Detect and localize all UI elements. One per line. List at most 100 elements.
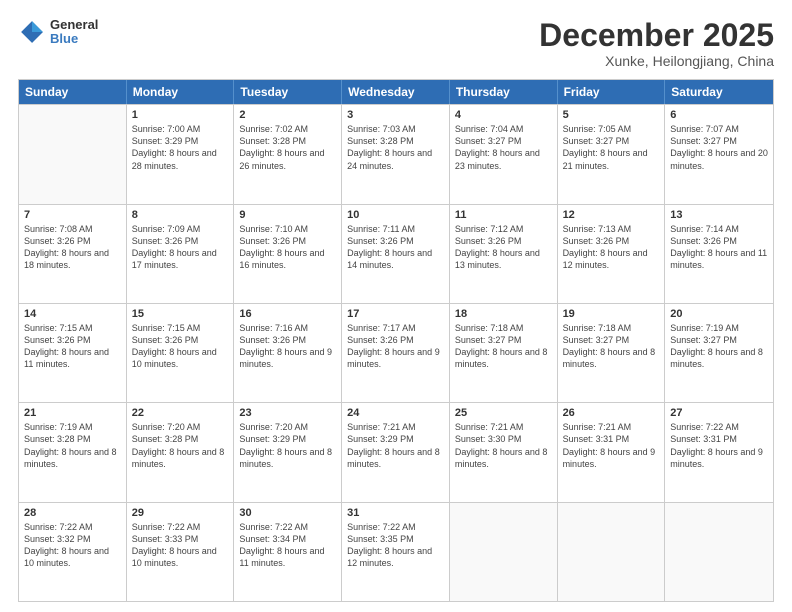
month-title: December 2025 bbox=[539, 18, 774, 53]
day-cell-21: 21 Sunrise: 7:19 AMSunset: 3:28 PMDayligh… bbox=[19, 403, 127, 501]
day-info: Sunrise: 7:11 AMSunset: 3:26 PMDaylight:… bbox=[347, 223, 444, 272]
calendar: SundayMondayTuesdayWednesdayThursdayFrid… bbox=[18, 79, 774, 602]
header-day-saturday: Saturday bbox=[665, 80, 773, 104]
day-number: 18 bbox=[455, 308, 552, 320]
day-info: Sunrise: 7:12 AMSunset: 3:26 PMDaylight:… bbox=[455, 223, 552, 272]
day-cell-9: 9Sunrise: 7:10 AMSunset: 3:26 PMDaylight… bbox=[234, 205, 342, 303]
day-info: Sunrise: 7:20 AMSunset: 3:28 PMDaylight:… bbox=[132, 421, 229, 470]
calendar-header: SundayMondayTuesdayWednesdayThursdayFrid… bbox=[19, 80, 773, 104]
day-info: Sunrise: 7:21 AMSunset: 3:29 PMDaylight:… bbox=[347, 421, 444, 470]
day-cell-17: 17 Sunrise: 7:17 AMSunset: 3:26 PMDayligh… bbox=[342, 304, 450, 402]
day-number: 13 bbox=[670, 209, 768, 221]
day-cell-3: 3 Sunrise: 7:03 AMSunset: 3:28 PMDaylight… bbox=[342, 105, 450, 203]
day-number: 8 bbox=[132, 209, 229, 221]
header-day-sunday: Sunday bbox=[19, 80, 127, 104]
day-cell-8: 8 Sunrise: 7:09 AMSunset: 3:26 PMDaylight… bbox=[127, 205, 235, 303]
empty-cell bbox=[558, 503, 666, 601]
day-cell-14: 14 Sunrise: 7:15 AMSunset: 3:26 PMDayligh… bbox=[19, 304, 127, 402]
day-cell-31: 31Sunrise: 7:22 AMSunset: 3:35 PMDayligh… bbox=[342, 503, 450, 601]
day-number: 30 bbox=[239, 507, 336, 519]
day-cell-23: 23 Sunrise: 7:20 AMSunset: 3:29 PMDayligh… bbox=[234, 403, 342, 501]
day-info: Sunrise: 7:15 AMSunset: 3:26 PMDaylight:… bbox=[24, 322, 121, 371]
day-info: Sunrise: 7:16 AMSunset: 3:26 PMDaylight:… bbox=[239, 322, 336, 371]
day-number: 20 bbox=[670, 308, 768, 320]
calendar-body: 1 Sunrise: 7:00 AMSunset: 3:29 PMDaylight… bbox=[19, 104, 773, 601]
day-info: Sunrise: 7:05 AMSunset: 3:27 PMDaylight:… bbox=[563, 123, 660, 172]
day-info: Sunrise: 7:22 AMSunset: 3:33 PMDaylight:… bbox=[132, 521, 229, 570]
day-cell-28: 28Sunrise: 7:22 AMSunset: 3:32 PMDayligh… bbox=[19, 503, 127, 601]
day-info: Sunrise: 7:04 AMSunset: 3:27 PMDaylight:… bbox=[455, 123, 552, 172]
day-info: Sunrise: 7:19 AMSunset: 3:28 PMDaylight:… bbox=[24, 421, 121, 470]
calendar-row-0: 1 Sunrise: 7:00 AMSunset: 3:29 PMDaylight… bbox=[19, 104, 773, 203]
day-cell-4: 4 Sunrise: 7:04 AMSunset: 3:27 PMDaylight… bbox=[450, 105, 558, 203]
day-cell-16: 16 Sunrise: 7:16 AMSunset: 3:26 PMDayligh… bbox=[234, 304, 342, 402]
day-info: Sunrise: 7:20 AMSunset: 3:29 PMDaylight:… bbox=[239, 421, 336, 470]
day-info: Sunrise: 7:09 AMSunset: 3:26 PMDaylight:… bbox=[132, 223, 229, 272]
day-number: 27 bbox=[670, 407, 768, 419]
day-number: 22 bbox=[132, 407, 229, 419]
logo-blue: Blue bbox=[50, 32, 98, 46]
title-area: December 2025 Xunke, Heilongjiang, China bbox=[539, 18, 774, 69]
day-info: Sunrise: 7:17 AMSunset: 3:26 PMDaylight:… bbox=[347, 322, 444, 371]
day-number: 6 bbox=[670, 109, 768, 121]
day-info: Sunrise: 7:03 AMSunset: 3:28 PMDaylight:… bbox=[347, 123, 444, 172]
empty-cell bbox=[665, 503, 773, 601]
day-cell-15: 15 Sunrise: 7:15 AMSunset: 3:26 PMDayligh… bbox=[127, 304, 235, 402]
day-number: 4 bbox=[455, 109, 552, 121]
day-number: 29 bbox=[132, 507, 229, 519]
day-cell-10: 10Sunrise: 7:11 AMSunset: 3:26 PMDayligh… bbox=[342, 205, 450, 303]
day-number: 31 bbox=[347, 507, 444, 519]
day-cell-13: 13 Sunrise: 7:14 AMSunset: 3:26 PMDayligh… bbox=[665, 205, 773, 303]
day-cell-5: 5 Sunrise: 7:05 AMSunset: 3:27 PMDaylight… bbox=[558, 105, 666, 203]
day-info: Sunrise: 7:21 AMSunset: 3:31 PMDaylight:… bbox=[563, 421, 660, 470]
day-cell-26: 26Sunrise: 7:21 AMSunset: 3:31 PMDayligh… bbox=[558, 403, 666, 501]
day-number: 7 bbox=[24, 209, 121, 221]
day-number: 11 bbox=[455, 209, 552, 221]
empty-cell bbox=[450, 503, 558, 601]
empty-cell bbox=[19, 105, 127, 203]
calendar-row-4: 28Sunrise: 7:22 AMSunset: 3:32 PMDayligh… bbox=[19, 502, 773, 601]
day-cell-25: 25Sunrise: 7:21 AMSunset: 3:30 PMDayligh… bbox=[450, 403, 558, 501]
day-cell-2: 2Sunrise: 7:02 AMSunset: 3:28 PMDaylight… bbox=[234, 105, 342, 203]
day-cell-30: 30Sunrise: 7:22 AMSunset: 3:34 PMDayligh… bbox=[234, 503, 342, 601]
header-day-tuesday: Tuesday bbox=[234, 80, 342, 104]
page: General Blue December 2025 Xunke, Heilon… bbox=[0, 0, 792, 612]
day-info: Sunrise: 7:15 AMSunset: 3:26 PMDaylight:… bbox=[132, 322, 229, 371]
day-number: 17 bbox=[347, 308, 444, 320]
day-number: 16 bbox=[239, 308, 336, 320]
header-day-friday: Friday bbox=[558, 80, 666, 104]
day-info: Sunrise: 7:10 AMSunset: 3:26 PMDaylight:… bbox=[239, 223, 336, 272]
day-cell-7: 7 Sunrise: 7:08 AMSunset: 3:26 PMDaylight… bbox=[19, 205, 127, 303]
day-number: 23 bbox=[239, 407, 336, 419]
day-number: 15 bbox=[132, 308, 229, 320]
day-cell-6: 6 Sunrise: 7:07 AMSunset: 3:27 PMDaylight… bbox=[665, 105, 773, 203]
header-day-thursday: Thursday bbox=[450, 80, 558, 104]
day-info: Sunrise: 7:22 AMSunset: 3:32 PMDaylight:… bbox=[24, 521, 121, 570]
day-info: Sunrise: 7:22 AMSunset: 3:31 PMDaylight:… bbox=[670, 421, 768, 470]
day-number: 3 bbox=[347, 109, 444, 121]
day-info: Sunrise: 7:08 AMSunset: 3:26 PMDaylight:… bbox=[24, 223, 121, 272]
day-number: 24 bbox=[347, 407, 444, 419]
day-number: 5 bbox=[563, 109, 660, 121]
day-cell-22: 22 Sunrise: 7:20 AMSunset: 3:28 PMDayligh… bbox=[127, 403, 235, 501]
day-number: 1 bbox=[132, 109, 229, 121]
day-cell-20: 20Sunrise: 7:19 AMSunset: 3:27 PMDayligh… bbox=[665, 304, 773, 402]
day-number: 2 bbox=[239, 109, 336, 121]
day-number: 21 bbox=[24, 407, 121, 419]
day-info: Sunrise: 7:00 AMSunset: 3:29 PMDaylight:… bbox=[132, 123, 229, 172]
day-number: 19 bbox=[563, 308, 660, 320]
header-day-wednesday: Wednesday bbox=[342, 80, 450, 104]
calendar-row-3: 21 Sunrise: 7:19 AMSunset: 3:28 PMDayligh… bbox=[19, 402, 773, 501]
day-number: 14 bbox=[24, 308, 121, 320]
logo-text: General Blue bbox=[50, 18, 98, 47]
day-info: Sunrise: 7:21 AMSunset: 3:30 PMDaylight:… bbox=[455, 421, 552, 470]
day-info: Sunrise: 7:07 AMSunset: 3:27 PMDaylight:… bbox=[670, 123, 768, 172]
day-cell-27: 27 Sunrise: 7:22 AMSunset: 3:31 PMDayligh… bbox=[665, 403, 773, 501]
logo: General Blue bbox=[18, 18, 98, 47]
logo-general: General bbox=[50, 18, 98, 32]
calendar-row-2: 14 Sunrise: 7:15 AMSunset: 3:26 PMDayligh… bbox=[19, 303, 773, 402]
location-subtitle: Xunke, Heilongjiang, China bbox=[539, 53, 774, 69]
day-info: Sunrise: 7:14 AMSunset: 3:26 PMDaylight:… bbox=[670, 223, 768, 272]
day-cell-11: 11 Sunrise: 7:12 AMSunset: 3:26 PMDayligh… bbox=[450, 205, 558, 303]
header-day-monday: Monday bbox=[127, 80, 235, 104]
